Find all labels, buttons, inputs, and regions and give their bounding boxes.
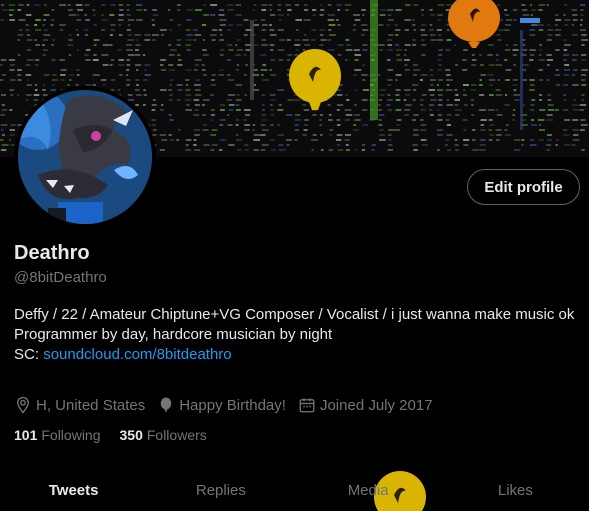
- balloon-yellow-icon: [289, 49, 341, 110]
- following-link[interactable]: 101 Following: [14, 427, 101, 443]
- bio-line: Programmer by day, hardcore musician by …: [14, 326, 333, 343]
- joined-text: Joined July 2017: [319, 396, 433, 414]
- tab-likes[interactable]: Likes: [442, 470, 589, 511]
- balloon-icon: [160, 397, 172, 413]
- location-icon: [17, 396, 29, 414]
- soundcloud-link[interactable]: soundcloud.com/8bitdeathro: [43, 346, 231, 363]
- edit-profile-button[interactable]: Edit profile: [467, 169, 580, 205]
- balloon-orange-icon: [448, 0, 500, 48]
- avatar[interactable]: [14, 86, 156, 228]
- follow-stats: 101 Following 350 Followers: [14, 427, 226, 443]
- tab-tweets[interactable]: Tweets: [0, 470, 147, 511]
- followers-link[interactable]: 350 Followers: [120, 427, 207, 443]
- location-text: H, United States: [36, 396, 146, 414]
- avatar-dragon-art: [18, 90, 152, 224]
- bio-soundcloud-line: SC: soundcloud.com/8bitdeathro: [14, 345, 584, 365]
- bio-line: Deffy / 22 / Amateur Chiptune+VG Compose…: [14, 306, 575, 323]
- birthday-text: Happy Birthday!: [179, 396, 286, 414]
- bio-sc-prefix: SC:: [14, 346, 44, 363]
- tab-replies[interactable]: Replies: [147, 470, 294, 511]
- followers-count: 350: [119, 427, 143, 443]
- following-count: 101: [14, 427, 38, 443]
- profile-meta: H, United States Happy Birthday! Joined …: [14, 396, 445, 414]
- followers-label: Followers: [146, 427, 207, 443]
- birthday-item: Happy Birthday!: [157, 396, 286, 414]
- following-label: Following: [41, 427, 101, 443]
- calendar-icon: [299, 398, 315, 413]
- profile-tabs: Tweets Replies Media Likes: [0, 470, 589, 511]
- tab-media[interactable]: Media: [295, 470, 442, 511]
- profile-name: Deathro: [14, 242, 90, 264]
- profile-handle: @8bitDeathro: [14, 269, 107, 286]
- location-item: H, United States: [14, 396, 145, 414]
- profile-bio: Deffy / 22 / Amateur Chiptune+VG Compose…: [14, 305, 584, 365]
- joined-item: Joined July 2017: [298, 396, 433, 414]
